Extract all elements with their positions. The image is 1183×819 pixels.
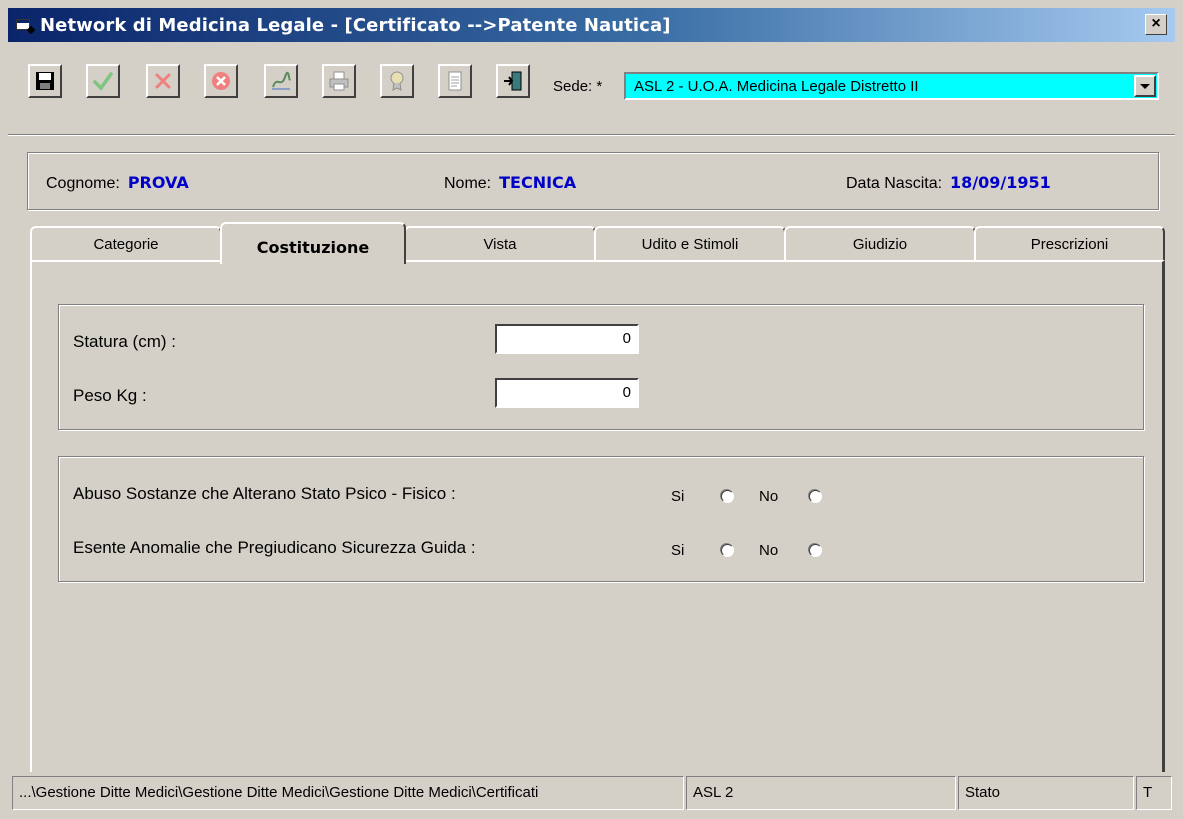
document-icon <box>448 71 462 91</box>
esente-no-radio[interactable] <box>809 544 822 557</box>
measurements-group: Statura (cm) : 0 Peso Kg : 0 <box>58 304 1144 430</box>
toolbar-divider <box>8 134 1175 136</box>
status-bar: ...\Gestione Ditte Medici\Gestione Ditte… <box>8 772 1175 812</box>
title-bar: Network di Medicina Legale - [Certificat… <box>8 8 1175 42</box>
toolbar: Sede: * ASL 2 - U.O.A. Medicina Legale D… <box>8 42 1175 128</box>
save-button[interactable] <box>28 64 62 98</box>
delete-circle-icon <box>212 72 230 90</box>
status-path: ...\Gestione Ditte Medici\Gestione Ditte… <box>12 776 684 810</box>
cancel-x-icon <box>155 73 171 89</box>
esente-label: Esente Anomalie che Pregiudicano Sicurez… <box>73 538 476 557</box>
app-icon <box>16 17 36 35</box>
data-nascita-label: Data Nascita: <box>846 175 943 192</box>
esente-no-label: No <box>759 542 779 559</box>
tab-prescrizioni[interactable]: Prescrizioni <box>974 226 1165 262</box>
sede-value: ASL 2 - U.O.A. Medicina Legale Distretto… <box>634 77 919 95</box>
abuso-si-label: Si <box>671 488 685 505</box>
nome-label: Nome: <box>444 175 492 192</box>
status-asl: ASL 2 <box>686 776 956 810</box>
cognome-value: PROVA <box>127 173 189 192</box>
confirm-button[interactable] <box>86 64 120 98</box>
patient-panel: Cognome: PROVA Nome: TECNICA Data Nascita:… <box>27 152 1159 210</box>
chevron-down-icon[interactable] <box>1134 75 1156 97</box>
tab-udito-e-stimoli[interactable]: Udito e Stimoli <box>594 226 786 262</box>
abuso-no-label: No <box>759 488 779 505</box>
cognome-field: Cognome: PROVA <box>46 173 189 193</box>
status-mode: T <box>1136 776 1172 810</box>
exit-door-icon <box>504 71 522 91</box>
confirm-check-icon <box>93 72 113 91</box>
print-button[interactable] <box>322 64 356 98</box>
window-title: Network di Medicina Legale - [Certificat… <box>40 14 671 36</box>
assessment-group: Abuso Sostanze che Alterano Stato Psico … <box>58 456 1144 582</box>
esente-si-radio[interactable] <box>721 544 734 557</box>
tab-costituzione[interactable]: Costituzione <box>220 222 406 264</box>
nome-value: TECNICA <box>499 173 577 192</box>
certificate-button[interactable] <box>380 64 414 98</box>
data-nascita-field: Data Nascita: 18/09/1951 <box>846 173 1051 193</box>
abuso-no-radio[interactable] <box>809 490 822 503</box>
nome-field: Nome: TECNICA <box>444 173 576 193</box>
certificate-icon <box>390 71 404 91</box>
sign-icon <box>272 71 291 90</box>
sign-button[interactable] <box>264 64 298 98</box>
tab-giudizio[interactable]: Giudizio <box>784 226 976 262</box>
abuso-label: Abuso Sostanze che Alterano Stato Psico … <box>73 484 456 503</box>
delete-button[interactable] <box>204 64 238 98</box>
tab-strip: Categorie Costituzione Vista Udito e Sti… <box>30 222 1165 264</box>
status-stato: Stato <box>958 776 1134 810</box>
statura-input[interactable]: 0 <box>495 324 639 354</box>
sede-label: Sede: * <box>553 78 603 95</box>
exit-button[interactable] <box>496 64 530 98</box>
esente-si-label: Si <box>671 542 685 559</box>
tab-categorie[interactable]: Categorie <box>30 226 222 262</box>
statura-label: Statura (cm) : <box>73 332 176 351</box>
abuso-si-radio[interactable] <box>721 490 734 503</box>
sede-select[interactable]: ASL 2 - U.O.A. Medicina Legale Distretto… <box>624 72 1159 100</box>
save-icon <box>36 72 54 90</box>
document-button[interactable] <box>438 64 472 98</box>
print-icon <box>329 71 349 91</box>
data-nascita-value: 18/09/1951 <box>950 173 1051 192</box>
cancel-button[interactable] <box>146 64 180 98</box>
peso-label: Peso Kg : <box>73 386 147 405</box>
tab-vista[interactable]: Vista <box>404 226 596 262</box>
close-button[interactable]: × <box>1145 14 1167 35</box>
peso-input[interactable]: 0 <box>495 378 639 408</box>
cognome-label: Cognome: <box>46 175 120 192</box>
